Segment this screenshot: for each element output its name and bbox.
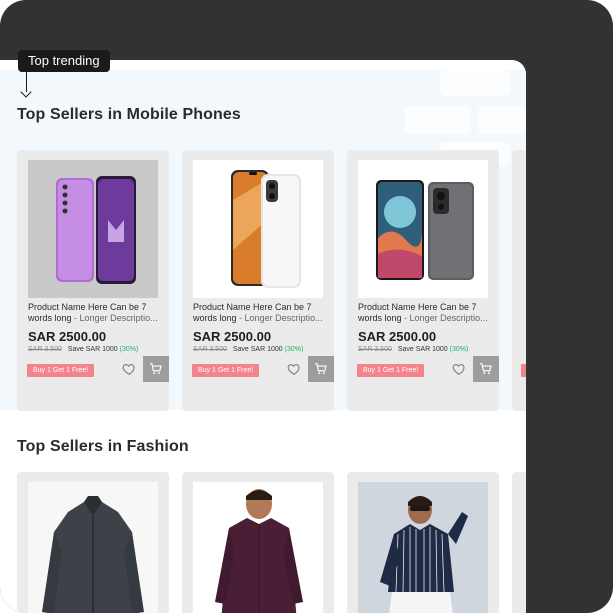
old-price: SAR 3.500 (28, 346, 62, 353)
cart-icon (150, 363, 162, 375)
product-card[interactable] (182, 472, 334, 613)
old-price: SAR 3.500 (358, 346, 392, 353)
add-to-cart-button[interactable] (143, 356, 169, 382)
product-image[interactable] (358, 482, 488, 613)
cart-icon (480, 363, 492, 375)
product-card[interactable]: Product Name Here Can be 7 words long - … (347, 150, 499, 411)
product-image[interactable] (28, 482, 158, 613)
save-percent: (30%) (449, 346, 469, 353)
section-title-fashion: Top Sellers in Fashion (17, 438, 189, 455)
product-image[interactable] (193, 160, 323, 298)
save-percent: (30%) (284, 346, 304, 353)
product-card[interactable]: Product Name Here Can be 7 words long - … (17, 150, 169, 411)
product-card[interactable] (347, 472, 499, 613)
product-card[interactable] (512, 150, 526, 411)
decor-brick (440, 70, 510, 96)
price-savings: SAR 3.500 Save SAR 1000 (30%) (28, 346, 138, 353)
save-amount: Save SAR 1000 (397, 346, 448, 353)
heart-icon[interactable] (122, 362, 136, 376)
cart-icon (315, 363, 327, 375)
product-image[interactable] (358, 160, 488, 298)
promo-badge: Buy 1 Get 1 Free! (27, 364, 95, 377)
section-title-mobile-phones: Top Sellers in Mobile Phones (17, 106, 241, 123)
product-image[interactable] (28, 160, 158, 298)
heart-icon[interactable] (287, 362, 301, 376)
product-card[interactable] (512, 472, 526, 613)
product-card[interactable] (17, 472, 169, 613)
product-image[interactable] (193, 482, 323, 613)
price-savings: SAR 3.500 Save SAR 1000 (30%) (358, 346, 468, 353)
promo-badge: Buy 1 Get 1 Free! (192, 364, 260, 377)
heart-icon[interactable] (452, 362, 466, 376)
add-to-cart-button[interactable] (308, 356, 334, 382)
save-percent: (30%) (119, 346, 139, 353)
product-price: SAR 2500.00 (358, 329, 437, 344)
top-trending-tag: Top trending (18, 50, 110, 72)
product-name[interactable]: Product Name Here Can be 7 words long - … (28, 302, 164, 324)
app-screen: Top Sellers in Mobile Phones Product Nam… (0, 60, 526, 613)
product-name[interactable]: Product Name Here Can be 7 words long - … (358, 302, 494, 324)
add-to-cart-button[interactable] (473, 356, 499, 382)
promo-badge: Buy 1 Get 1 Free! (357, 364, 425, 377)
product-price: SAR 2500.00 (28, 329, 107, 344)
device-frame: Top Sellers in Mobile Phones Product Nam… (0, 0, 613, 613)
decor-brick (478, 106, 526, 134)
decor-brick (405, 106, 471, 134)
promo-badge (521, 364, 526, 377)
product-card[interactable]: Product Name Here Can be 7 words long - … (182, 150, 334, 411)
price-savings: SAR 3.500 Save SAR 1000 (30%) (193, 346, 303, 353)
save-amount: Save SAR 1000 (232, 346, 283, 353)
product-name[interactable]: Product Name Here Can be 7 words long - … (193, 302, 329, 324)
old-price: SAR 3.500 (193, 346, 227, 353)
save-amount: Save SAR 1000 (67, 346, 118, 353)
product-price: SAR 2500.00 (193, 329, 272, 344)
